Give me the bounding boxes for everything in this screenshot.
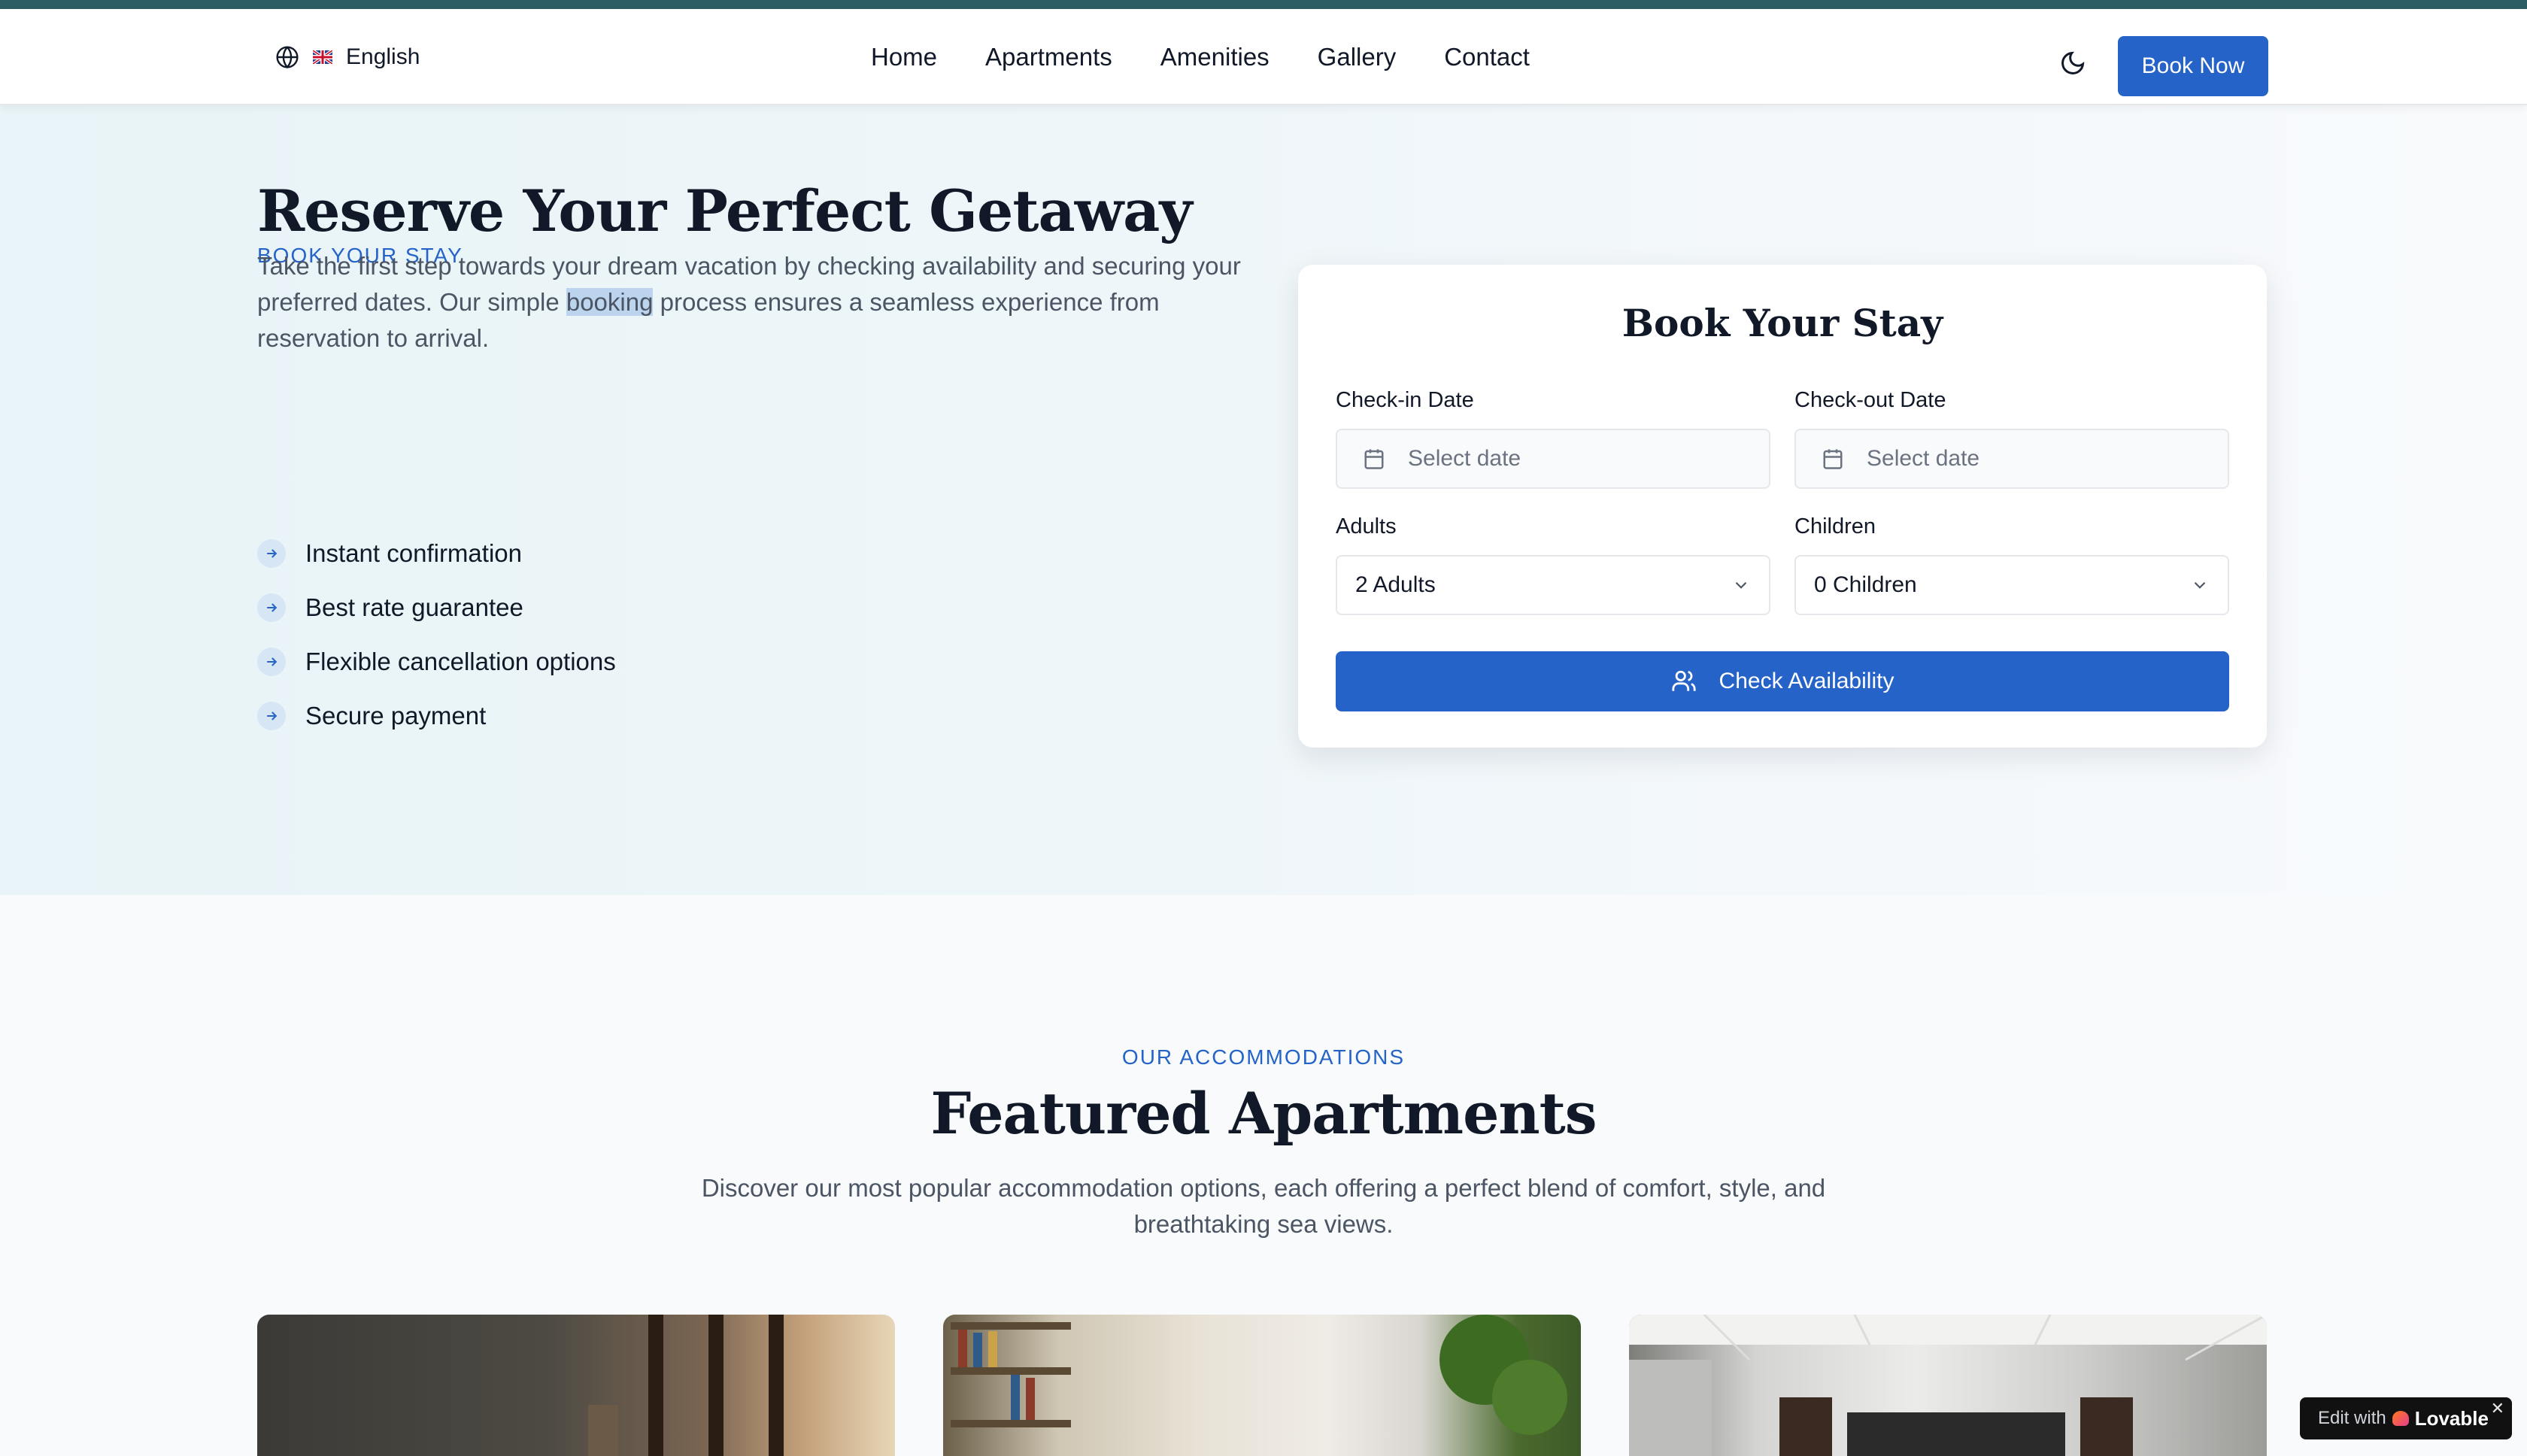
apartment-photo bbox=[951, 1315, 1567, 1435]
badge-brand: Lovable bbox=[2414, 1406, 2489, 1430]
main-nav: Home Apartments Amenities Gallery Contac… bbox=[871, 39, 1530, 75]
checkin-label: Check-in Date bbox=[1336, 388, 1474, 412]
edit-with-lovable-badge[interactable]: Edit with Lovable ✕ bbox=[2300, 1397, 2512, 1439]
language-selector[interactable]: English bbox=[275, 41, 420, 74]
checkout-placeholder: Select date bbox=[1867, 446, 1980, 471]
list-item: Flexible cancellation options bbox=[257, 635, 616, 689]
section-eyebrow: OUR ACCOMMODATIONS bbox=[1121, 1045, 1406, 1069]
badge-prefix: Edit with bbox=[2318, 1408, 2386, 1428]
apartment-photo bbox=[1629, 1315, 2267, 1456]
nav-amenities[interactable]: Amenities bbox=[1160, 39, 1270, 75]
booking-card: Book Your Stay Check-in Date Select date… bbox=[1298, 265, 2267, 748]
selected-text: booking bbox=[566, 288, 654, 316]
language-label: English bbox=[346, 44, 420, 69]
hero-description: Take the first step towards your dream v… bbox=[257, 252, 1241, 352]
globe-icon bbox=[276, 46, 299, 69]
list-item: Best rate guarantee bbox=[257, 581, 616, 635]
calendar-icon bbox=[1364, 449, 1384, 469]
arrow-right-icon bbox=[257, 593, 286, 622]
check-availability-button[interactable]: Check Availability bbox=[1336, 651, 2229, 711]
checkin-placeholder: Select date bbox=[1408, 446, 1521, 471]
adults-value: 2 Adults bbox=[1355, 572, 1436, 597]
adults-label: Adults bbox=[1336, 514, 1397, 538]
children-value: 0 Children bbox=[1814, 572, 1917, 597]
arrow-right-icon bbox=[257, 648, 286, 676]
checkout-label: Check-out Date bbox=[1794, 388, 1946, 412]
checkout-date-input[interactable]: Select date bbox=[1794, 429, 2229, 489]
arrow-right-icon bbox=[257, 702, 286, 730]
booking-card-title: Book Your Stay bbox=[1621, 301, 1943, 345]
section-title: Featured Apartments bbox=[930, 1080, 1597, 1147]
list-item: Secure payment bbox=[257, 689, 616, 743]
adults-select[interactable]: 2 Adults bbox=[1336, 555, 1770, 615]
check-availability-label: Check Availability bbox=[1719, 669, 1894, 693]
apartment-card-image[interactable] bbox=[257, 1315, 895, 1456]
chevron-down-icon bbox=[2194, 581, 2206, 589]
lovable-logo-icon bbox=[2392, 1411, 2409, 1426]
children-label: Children bbox=[1794, 514, 1876, 538]
list-item: Instant confirmation bbox=[257, 526, 616, 581]
moon-icon[interactable] bbox=[2059, 50, 2086, 77]
apartment-photo bbox=[588, 1315, 784, 1456]
apartment-card-image[interactable] bbox=[1629, 1315, 2267, 1456]
chevron-down-icon bbox=[1735, 581, 1747, 589]
children-select[interactable]: 0 Children bbox=[1794, 555, 2229, 615]
nav-home[interactable]: Home bbox=[871, 39, 937, 75]
uk-flag-icon bbox=[313, 50, 332, 64]
close-icon[interactable]: ✕ bbox=[2491, 1399, 2504, 1418]
apartment-card-image[interactable] bbox=[943, 1315, 1581, 1456]
calendar-icon bbox=[1823, 449, 1843, 469]
hero-title: Reserve Your Perfect Getaway bbox=[257, 177, 1193, 244]
users-icon bbox=[1671, 670, 1696, 691]
book-now-button[interactable]: Book Now bbox=[2118, 36, 2268, 96]
site-header: English Home Apartments Amenities Galler… bbox=[0, 9, 2527, 105]
nav-apartments[interactable]: Apartments bbox=[985, 39, 1112, 75]
nav-contact[interactable]: Contact bbox=[1444, 39, 1530, 75]
top-accent-bar bbox=[0, 0, 2527, 9]
checkin-date-input[interactable]: Select date bbox=[1336, 429, 1770, 489]
arrow-right-icon bbox=[257, 539, 286, 568]
section-description: Discover our most popular accommodation … bbox=[701, 1174, 1826, 1238]
nav-gallery[interactable]: Gallery bbox=[1318, 39, 1397, 75]
feature-list: Instant confirmation Best rate guarantee… bbox=[257, 526, 616, 743]
